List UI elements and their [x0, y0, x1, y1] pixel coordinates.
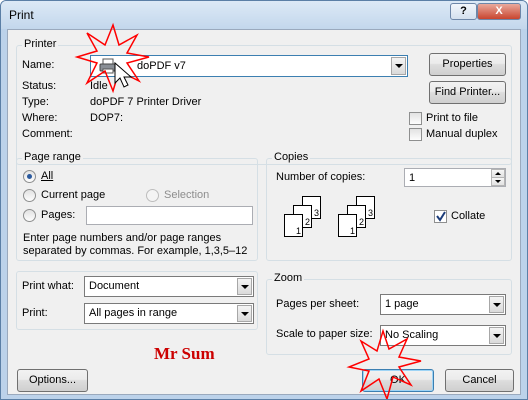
copies-value: 1: [409, 172, 416, 184]
page-number-3: 3: [367, 208, 373, 218]
page-range-hint-line2: separated by commas. For example, 1,3,5–…: [23, 245, 248, 257]
window-title: Print: [9, 8, 34, 22]
page-number-1: 1: [295, 226, 301, 236]
pages-per-sheet-dropdown-arrow[interactable]: [489, 296, 504, 313]
pages-per-sheet-value: 1 page: [385, 298, 419, 310]
checkmark-icon: [436, 211, 446, 222]
help-button[interactable]: ?: [450, 3, 477, 20]
print-dropdown-arrow[interactable]: [237, 305, 252, 322]
copies-spinner[interactable]: 1: [404, 168, 506, 187]
status-value: Idle: [90, 80, 108, 92]
type-label: Type:: [22, 96, 49, 108]
page-number-2: 2: [358, 217, 364, 227]
print-what-label: Print what:: [22, 280, 74, 292]
mr-sum-annotation: Mr Sum: [154, 344, 215, 363]
collate-pages-illustration-left: 3 2 1: [284, 196, 334, 256]
comment-label: Comment:: [22, 128, 73, 140]
print-select[interactable]: All pages in range: [84, 303, 254, 324]
collate-label: Collate: [451, 210, 486, 222]
all-radio[interactable]: [23, 170, 36, 183]
print-what-select[interactable]: Document: [84, 276, 254, 297]
print-to-file-label: Print to file: [426, 112, 478, 124]
ok-button[interactable]: OK: [362, 369, 434, 392]
all-label: All: [41, 170, 54, 182]
current-page-radio[interactable]: [23, 189, 36, 202]
collate-pages-illustration-right: 3 2 1: [338, 196, 388, 256]
where-value: DOP7:: [90, 112, 124, 124]
printer-name-select[interactable]: doPDF v7: [90, 55, 408, 77]
page-range-group-label: Page range: [22, 151, 83, 163]
current-page-label: Current page: [41, 189, 106, 201]
page-range-hint-line1: Enter page numbers and/or page ranges: [23, 232, 222, 244]
manual-duplex-checkbox[interactable]: [409, 128, 422, 141]
zoom-group-label: Zoom: [272, 272, 305, 284]
copies-down-arrow[interactable]: [491, 177, 505, 186]
page-number-2: 2: [304, 217, 310, 227]
pages-radio[interactable]: [23, 209, 36, 222]
pages-input[interactable]: [86, 206, 253, 225]
selection-radio[interactable]: [146, 189, 159, 202]
pages-per-sheet-select[interactable]: 1 page: [380, 294, 506, 315]
print-value: All pages in range: [89, 307, 178, 319]
selection-label: Selection: [164, 189, 210, 201]
printer-name-value: doPDF v7: [137, 60, 186, 72]
print-label: Print:: [22, 307, 48, 319]
close-button[interactable]: X: [477, 3, 521, 20]
pages-per-sheet-label: Pages per sheet:: [276, 298, 360, 310]
scale-to-paper-size-select[interactable]: No Scaling: [380, 325, 506, 346]
pages-label: Pages:: [41, 209, 76, 221]
print-dialog: Print ? X Printer Name: doPDF v7 Status:…: [0, 0, 528, 400]
printer-dropdown-arrow[interactable]: [391, 57, 406, 75]
type-value: doPDF 7 Printer Driver: [90, 96, 202, 108]
name-label: Name:: [22, 59, 55, 71]
dialog-body: Printer Name: doPDF v7 Status: Idle Type…: [7, 29, 521, 395]
print-what-value: Document: [89, 280, 140, 292]
scale-to-paper-size-label: Scale to paper size:: [276, 328, 373, 340]
title-bar[interactable]: Print ? X: [1, 1, 527, 29]
print-to-file-checkbox[interactable]: [409, 112, 422, 125]
scale-dropdown-arrow[interactable]: [489, 327, 504, 344]
page-number-3: 3: [313, 208, 319, 218]
status-label: Status:: [22, 80, 57, 92]
print-what-dropdown-arrow[interactable]: [237, 278, 252, 295]
collate-checkbox[interactable]: [434, 210, 447, 223]
manual-duplex-label: Manual duplex: [426, 128, 498, 140]
copies-group-label: Copies: [272, 151, 311, 163]
scale-to-paper-size-value: No Scaling: [385, 329, 439, 341]
page-number-1: 1: [349, 226, 355, 236]
printer-group-label: Printer: [22, 38, 59, 50]
printer-icon: [99, 58, 117, 74]
properties-button[interactable]: Properties: [429, 53, 506, 76]
options-button[interactable]: Options...: [17, 369, 88, 392]
find-printer-button[interactable]: Find Printer...: [429, 81, 506, 104]
cancel-button[interactable]: Cancel: [445, 369, 514, 392]
number-of-copies-label: Number of copies:: [276, 171, 366, 183]
where-label: Where:: [22, 112, 58, 124]
